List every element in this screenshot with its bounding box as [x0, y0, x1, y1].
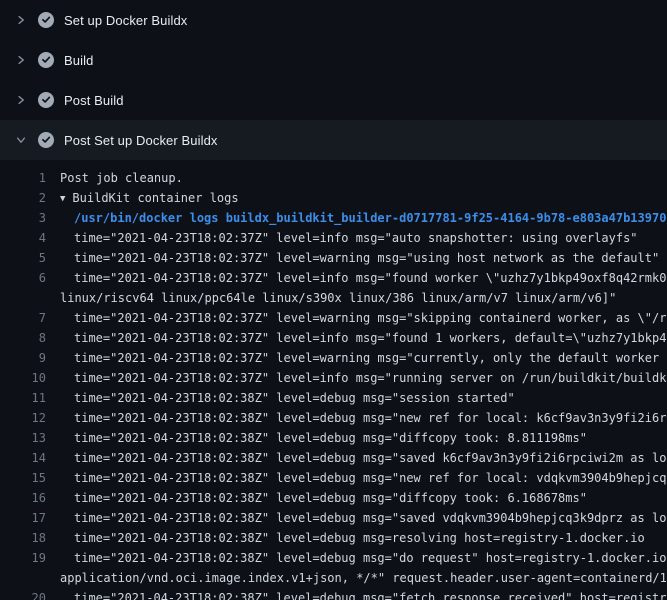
- step-log-output: 1 Post job cleanup. 2 ▼BuildKit containe…: [0, 160, 667, 600]
- log-line: 1 Post job cleanup.: [0, 168, 667, 188]
- log-line-number[interactable]: 16: [0, 488, 46, 508]
- log-line-number[interactable]: 13: [0, 428, 46, 448]
- log-line-number[interactable]: 7: [0, 308, 46, 328]
- log-line-text: time="2021-04-23T18:02:38Z" level=debug …: [46, 468, 667, 488]
- log-line: application/vnd.oci.image.index.v1+json,…: [0, 568, 667, 588]
- log-line-number[interactable]: 6: [0, 268, 46, 288]
- log-line-number[interactable]: 17: [0, 508, 46, 528]
- step-section-label: Build: [64, 53, 93, 68]
- log-line-text: /usr/bin/docker logs buildx_buildkit_bui…: [46, 208, 666, 228]
- chevron-right-icon[interactable]: [14, 53, 28, 67]
- check-circle-icon: [38, 92, 54, 108]
- log-line-number[interactable]: 9: [0, 348, 46, 368]
- log-line-number[interactable]: 8: [0, 328, 46, 348]
- log-line-number[interactable]: 4: [0, 228, 46, 248]
- log-line-text[interactable]: ▼BuildKit container logs: [46, 188, 239, 208]
- log-line: 5 time="2021-04-23T18:02:37Z" level=warn…: [0, 248, 667, 268]
- log-line-number[interactable]: 20: [0, 588, 46, 600]
- log-line-text: linux/riscv64 linux/ppc64le linux/s390x …: [46, 288, 616, 308]
- log-line: 9 time="2021-04-23T18:02:37Z" level=warn…: [0, 348, 667, 368]
- log-line: 20 time="2021-04-23T18:02:38Z" level=deb…: [0, 588, 667, 600]
- log-line-number[interactable]: 14: [0, 448, 46, 468]
- step-section-header[interactable]: Set up Docker Buildx: [0, 0, 667, 40]
- check-circle-icon: [38, 52, 54, 68]
- log-line-number[interactable]: 3: [0, 208, 46, 228]
- log-line-number[interactable]: [0, 288, 46, 308]
- log-line-text: time="2021-04-23T18:02:38Z" level=debug …: [46, 488, 587, 508]
- actions-job-log-viewer: Set up Docker Buildx Build Post Buil: [0, 0, 667, 600]
- log-line-text: time="2021-04-23T18:02:38Z" level=debug …: [46, 448, 667, 468]
- log-line-text: time="2021-04-23T18:02:38Z" level=debug …: [46, 428, 587, 448]
- log-line: 7 time="2021-04-23T18:02:37Z" level=warn…: [0, 308, 667, 328]
- log-line: 2 ▼BuildKit container logs: [0, 188, 667, 208]
- chevron-right-icon[interactable]: [14, 93, 28, 107]
- log-line-text: time="2021-04-23T18:02:38Z" level=debug …: [46, 588, 667, 600]
- log-line-text: time="2021-04-23T18:02:38Z" level=debug …: [46, 388, 515, 408]
- log-line-number[interactable]: 11: [0, 388, 46, 408]
- log-line-text: time="2021-04-23T18:02:38Z" level=debug …: [46, 528, 645, 548]
- log-line-number[interactable]: [0, 568, 46, 588]
- log-line: 4 time="2021-04-23T18:02:37Z" level=info…: [0, 228, 667, 248]
- group-expanded-triangle-icon[interactable]: ▼: [60, 189, 65, 209]
- log-line-text: time="2021-04-23T18:02:37Z" level=info m…: [46, 228, 638, 248]
- log-line-text: time="2021-04-23T18:02:38Z" level=debug …: [46, 548, 667, 568]
- log-line-text: application/vnd.oci.image.index.v1+json,…: [46, 568, 667, 588]
- log-line-number[interactable]: 18: [0, 528, 46, 548]
- log-line: 15 time="2021-04-23T18:02:38Z" level=deb…: [0, 468, 667, 488]
- log-line-number[interactable]: 12: [0, 408, 46, 428]
- step-sections-list: Set up Docker Buildx Build Post Buil: [0, 0, 667, 160]
- log-line: 6 time="2021-04-23T18:02:37Z" level=info…: [0, 268, 667, 288]
- log-line-text: time="2021-04-23T18:02:37Z" level=warnin…: [46, 348, 667, 368]
- log-line: 19 time="2021-04-23T18:02:38Z" level=deb…: [0, 548, 667, 568]
- log-line: 11 time="2021-04-23T18:02:38Z" level=deb…: [0, 388, 667, 408]
- log-line-text: time="2021-04-23T18:02:38Z" level=debug …: [46, 508, 667, 528]
- log-line-text: Post job cleanup.: [46, 168, 183, 188]
- log-line-number[interactable]: 10: [0, 368, 46, 388]
- log-line-number[interactable]: 5: [0, 248, 46, 268]
- log-line-text: time="2021-04-23T18:02:37Z" level=info m…: [46, 368, 667, 388]
- chevron-down-icon[interactable]: [14, 133, 28, 147]
- log-line-text: time="2021-04-23T18:02:37Z" level=info m…: [46, 268, 667, 288]
- log-line: 3 /usr/bin/docker logs buildx_buildkit_b…: [0, 208, 667, 228]
- log-line: 16 time="2021-04-23T18:02:38Z" level=deb…: [0, 488, 667, 508]
- step-section-label: Set up Docker Buildx: [64, 13, 187, 28]
- step-section-label: Post Build: [64, 93, 124, 108]
- log-line-text: time="2021-04-23T18:02:37Z" level=warnin…: [46, 308, 667, 328]
- step-section-header[interactable]: Post Build: [0, 80, 667, 120]
- log-line-text: time="2021-04-23T18:02:38Z" level=debug …: [46, 408, 667, 428]
- log-line: 18 time="2021-04-23T18:02:38Z" level=deb…: [0, 528, 667, 548]
- step-section-header[interactable]: Post Set up Docker Buildx: [0, 120, 667, 160]
- step-section-label: Post Set up Docker Buildx: [64, 133, 218, 148]
- log-line-number[interactable]: 19: [0, 548, 46, 568]
- log-line-number[interactable]: 15: [0, 468, 46, 488]
- step-section-header[interactable]: Build: [0, 40, 667, 80]
- log-line: 12 time="2021-04-23T18:02:38Z" level=deb…: [0, 408, 667, 428]
- log-line: linux/riscv64 linux/ppc64le linux/s390x …: [0, 288, 667, 308]
- check-circle-icon: [38, 132, 54, 148]
- log-line: 13 time="2021-04-23T18:02:38Z" level=deb…: [0, 428, 667, 448]
- log-line: 8 time="2021-04-23T18:02:37Z" level=info…: [0, 328, 667, 348]
- log-line-number[interactable]: 1: [0, 168, 46, 188]
- log-line-text: time="2021-04-23T18:02:37Z" level=info m…: [46, 328, 667, 348]
- log-line: 17 time="2021-04-23T18:02:38Z" level=deb…: [0, 508, 667, 528]
- log-line: 10 time="2021-04-23T18:02:37Z" level=inf…: [0, 368, 667, 388]
- log-line: 14 time="2021-04-23T18:02:38Z" level=deb…: [0, 448, 667, 468]
- log-line-number[interactable]: 2: [0, 188, 46, 208]
- check-circle-icon: [38, 12, 54, 28]
- log-line-text: time="2021-04-23T18:02:37Z" level=warnin…: [46, 248, 659, 268]
- chevron-right-icon[interactable]: [14, 13, 28, 27]
